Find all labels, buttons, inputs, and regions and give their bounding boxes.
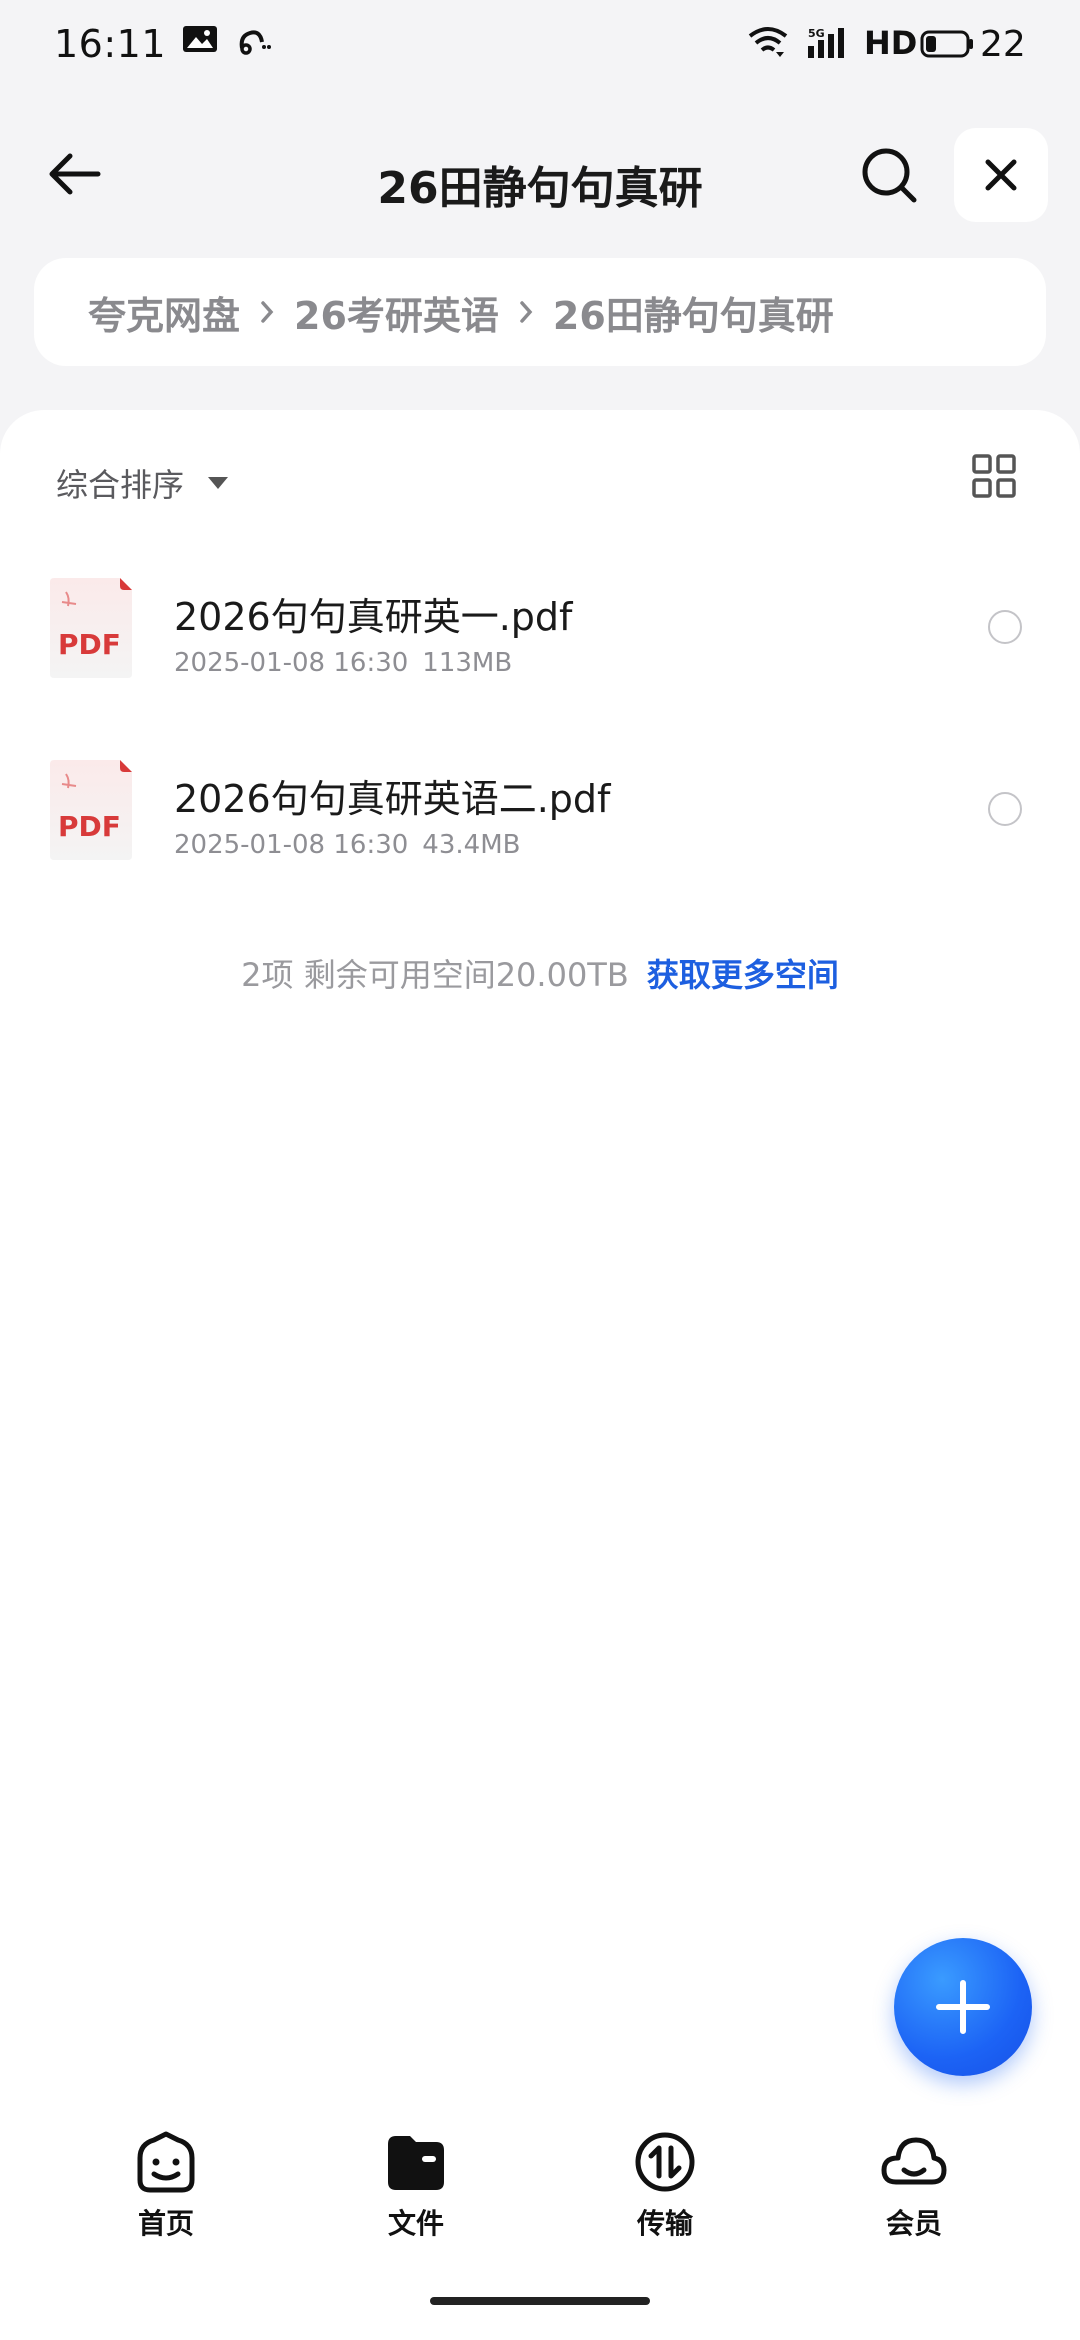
plus-icon xyxy=(936,1980,990,2034)
storage-info: 2项 剩余可用空间20.00TB 获取更多空间 xyxy=(0,950,1080,996)
close-icon xyxy=(985,159,1017,191)
grid-view-button[interactable] xyxy=(972,454,1016,498)
storage-summary: 2项 剩余可用空间20.00TB xyxy=(241,956,629,994)
nav-item-member[interactable]: 会员 xyxy=(844,2130,984,2260)
add-button[interactable] xyxy=(894,1938,1032,2076)
wifi-icon xyxy=(748,26,788,62)
breadcrumb-item-folder[interactable]: 26考研英语 xyxy=(294,285,499,340)
status-bar: 16:11 5G HD 22 xyxy=(0,0,1080,95)
file-meta: 2025-01-08 16:30 43.4MB xyxy=(174,830,520,860)
file-name: 2026句句真研英语二.pdf xyxy=(174,777,611,821)
pdf-type-label: PDF xyxy=(58,628,121,661)
network-label: 5G xyxy=(808,27,825,40)
signal-icon: 5G xyxy=(806,26,852,64)
cloud-icon xyxy=(881,2137,947,2185)
pdf-file-icon: PDF xyxy=(48,578,132,678)
caret-down-icon xyxy=(208,477,229,489)
home-face-icon xyxy=(137,2131,195,2193)
nav-label: 传输 xyxy=(636,2207,693,2240)
nav-item-home[interactable]: 首页 xyxy=(96,2130,236,2260)
breadcrumb: 夸克网盘 26考研英语 26田静句句真研 xyxy=(34,258,1046,366)
file-meta: 2025-01-08 16:30 113MB xyxy=(174,648,512,678)
file-date: 2025-01-08 16:30 xyxy=(174,830,409,860)
search-button[interactable] xyxy=(854,140,924,210)
chevron-right-icon xyxy=(519,300,533,324)
file-name: 2026句句真研英一.pdf xyxy=(174,595,573,639)
nav-label: 会员 xyxy=(885,2207,942,2240)
chevron-right-icon xyxy=(260,300,274,324)
breadcrumb-item-root[interactable]: 夸克网盘 xyxy=(88,285,240,340)
folder-icon xyxy=(388,2136,444,2190)
grid-view-icon xyxy=(972,454,1016,498)
status-time: 16:11 xyxy=(54,22,167,66)
battery-icon xyxy=(920,30,974,62)
sort-dropdown[interactable]: 综合排序 xyxy=(56,460,229,506)
sort-label: 综合排序 xyxy=(56,466,185,504)
select-radio[interactable] xyxy=(988,610,1022,644)
nav-item-files[interactable]: 文件 xyxy=(346,2130,486,2260)
gallery-icon xyxy=(182,24,218,58)
file-row[interactable]: PDF 2026句句真研英语二.pdf 2025-01-08 16:30 43.4… xyxy=(0,760,1080,900)
file-size: 113MB xyxy=(422,648,513,678)
search-icon xyxy=(862,148,917,203)
nav-label: 首页 xyxy=(137,2207,194,2240)
select-radio[interactable] xyxy=(988,792,1022,826)
file-size: 43.4MB xyxy=(422,830,521,860)
hd-indicator: HD xyxy=(864,24,918,62)
link-icon xyxy=(236,24,272,60)
file-row[interactable]: PDF 2026句句真研英一.pdf 2025-01-08 16:30 113MB xyxy=(0,578,1080,718)
breadcrumb-item-current[interactable]: 26田静句句真研 xyxy=(553,285,834,340)
nav-item-transfer[interactable]: 传输 xyxy=(595,2130,735,2260)
pdf-type-label: PDF xyxy=(58,810,121,843)
get-more-space-link[interactable]: 获取更多空间 xyxy=(647,956,839,994)
home-indicator[interactable] xyxy=(430,2297,650,2305)
transfer-icon xyxy=(635,2132,695,2192)
file-date: 2025-01-08 16:30 xyxy=(174,648,409,678)
bottom-nav: 首页 文件 传输 会员 xyxy=(0,2130,1080,2260)
close-button[interactable] xyxy=(954,128,1048,222)
pdf-file-icon: PDF xyxy=(48,760,132,860)
nav-label: 文件 xyxy=(387,2207,444,2240)
app-header: 26田静句句真研 xyxy=(0,120,1080,235)
battery-level: 22 xyxy=(980,24,1026,65)
